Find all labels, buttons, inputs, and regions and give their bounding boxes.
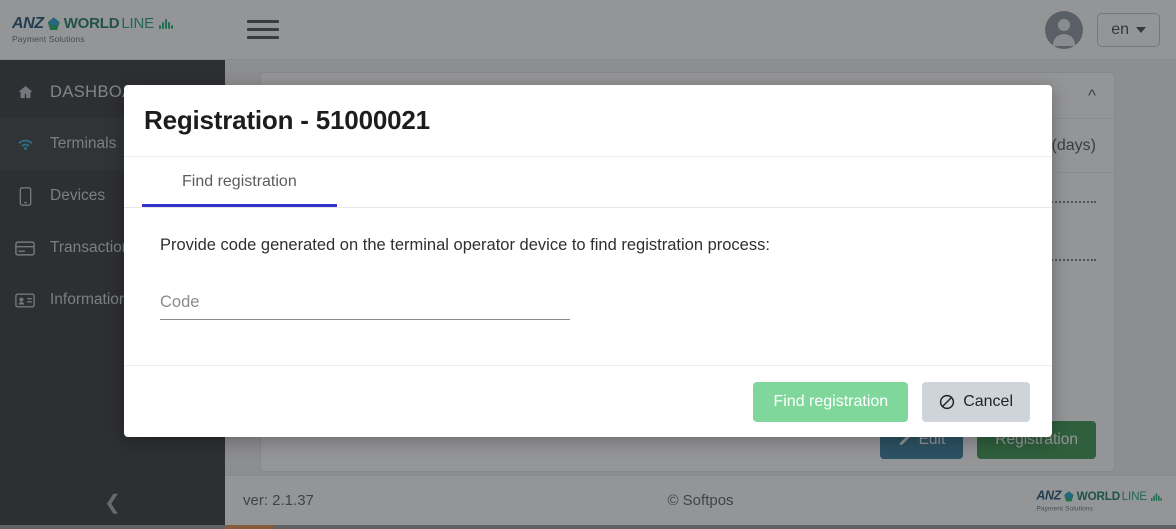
tab-find-registration[interactable]: Find registration [142,157,337,207]
cancel-button[interactable]: Cancel [922,381,1030,422]
code-field-wrapper [160,289,570,320]
modal-header: Registration - 51000021 [124,85,1052,157]
ban-icon [939,394,955,410]
cancel-button-label: Cancel [963,392,1013,410]
modal-footer: Find registration Cancel [124,365,1052,437]
app-root: ANZ WORLD LINE Payment Solutions en [0,0,1176,529]
modal-tabs: Find registration [124,157,1052,208]
code-input[interactable] [160,289,570,320]
registration-modal: Registration - 51000021 Find registratio… [124,85,1052,437]
instruction-text: Provide code generated on the terminal o… [160,236,770,254]
find-registration-button[interactable]: Find registration [753,381,909,422]
modal-title: Registration - 51000021 [144,105,430,135]
modal-body: Provide code generated on the terminal o… [124,208,1052,365]
